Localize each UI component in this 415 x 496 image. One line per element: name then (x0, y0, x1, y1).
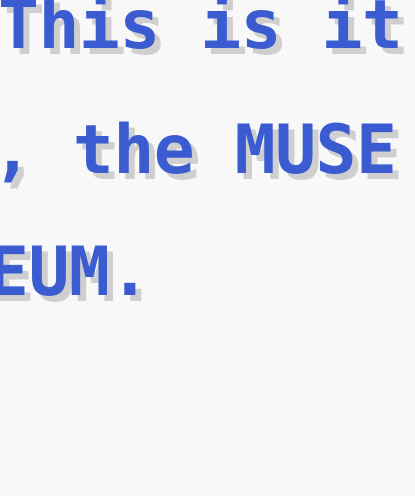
dialog-box: This is it , the MUSE EUM. (0, 0, 415, 496)
dialog-line-2: , the MUSE (0, 111, 397, 190)
dialog-line-1: This is it (0, 0, 403, 65)
dialog-line-3: EUM. (0, 233, 150, 312)
